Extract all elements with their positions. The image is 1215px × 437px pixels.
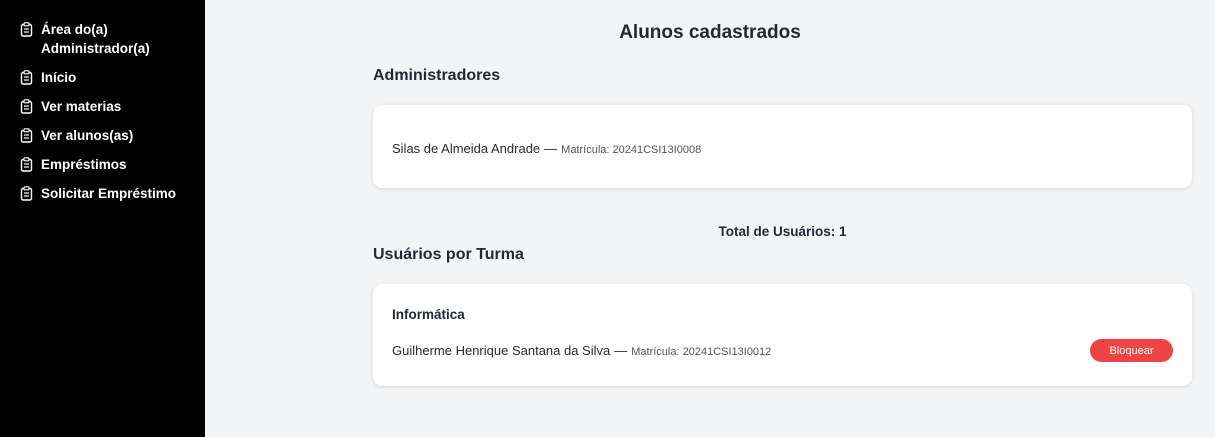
sidebar-item-inicio[interactable]: Início [0, 68, 205, 87]
clipboard-icon [20, 70, 33, 85]
student-row: Guilherme Henrique Santana da Silva — Matr… [392, 343, 771, 358]
admin-matricula: Matrícula: 20241CSI13I0008 [561, 144, 702, 156]
sidebar-item-label: Solicitar Empréstimo [41, 186, 177, 201]
turma-card: Informática Guilherme Henrique Santana d… [373, 284, 1192, 386]
page-title: Alunos cadastrados [619, 22, 801, 43]
sidebar-item-label: Ver materias [41, 99, 122, 114]
sidebar-item-label: Início [41, 70, 77, 85]
sidebar-item-emprestimos[interactable]: Empréstimos [0, 155, 205, 174]
clipboard-icon [20, 128, 33, 143]
admins-section-title: Administradores [373, 67, 501, 84]
clipboard-icon [20, 186, 33, 201]
student-name: Guilherme Henrique Santana da Silva [392, 343, 611, 358]
admins-card: Silas de Almeida Andrade — Matrícula: 2024… [373, 105, 1192, 188]
sidebar: Área do(a) Administrador(a) Início Ver m… [0, 0, 205, 437]
student-matricula: Matrícula: 20241CSI13I0012 [631, 346, 772, 358]
turma-name: Informática [392, 307, 465, 322]
clipboard-icon [20, 99, 33, 114]
clipboard-icon [20, 157, 33, 172]
sidebar-item-ver-materias[interactable]: Ver materias [0, 97, 205, 116]
main-content: Alunos cadastrados Administradores Silas… [205, 0, 1215, 437]
turma-section-title: Usuários por Turma [373, 246, 524, 263]
separator: — [614, 343, 628, 358]
total-users: Total de Usuários: 1 [718, 224, 847, 239]
sidebar-item-solicitar-emprestimo[interactable]: Solicitar Empréstimo [0, 184, 205, 203]
sidebar-item-ver-alunos[interactable]: Ver alunos(as) [0, 126, 205, 145]
sidebar-item-label: Ver alunos(as) [41, 128, 134, 143]
sidebar-item-area-administrador[interactable]: Área do(a) Administrador(a) [0, 20, 205, 58]
sidebar-item-label: Área do(a) Administrador(a) [41, 22, 150, 56]
admin-name: Silas de Almeida Andrade [392, 141, 541, 156]
clipboard-icon [20, 22, 33, 37]
admin-row: Silas de Almeida Andrade — Matrícula: 2024… [392, 141, 701, 156]
sidebar-item-label: Empréstimos [41, 157, 127, 172]
separator: — [544, 141, 558, 156]
block-student-button[interactable]: Bloquear [1090, 339, 1173, 362]
